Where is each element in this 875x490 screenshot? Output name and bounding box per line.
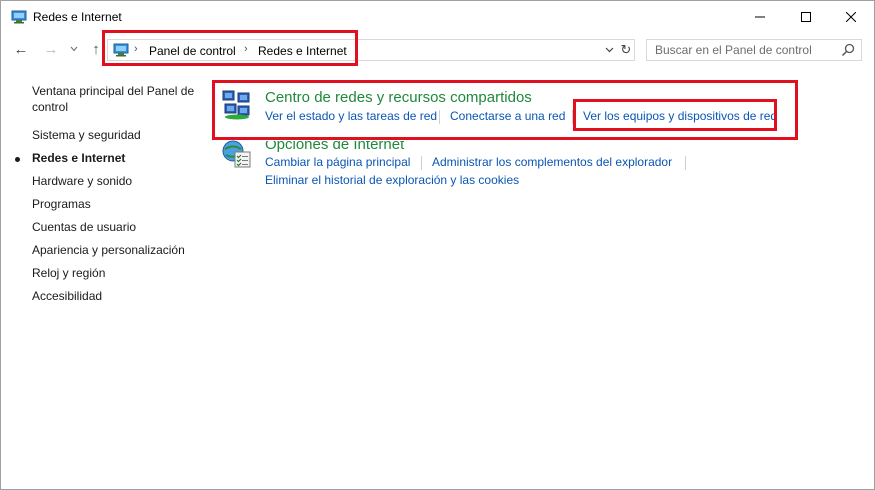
back-button[interactable]: ← — [11, 39, 31, 59]
chevron-down-icon — [605, 47, 613, 53]
minimize-button[interactable] — [737, 1, 783, 33]
sidebar-item-accesibilidad[interactable]: Accesibilidad — [32, 289, 102, 303]
task-link-delete-history[interactable]: Eliminar el historial de exploración y l… — [265, 173, 519, 187]
search-icon[interactable] — [841, 43, 855, 57]
forward-arrow-icon: → — [43, 40, 59, 58]
task-separator — [421, 156, 422, 170]
task-link-view-network-status[interactable]: Ver el estado y las tareas de red — [265, 109, 437, 123]
sidebar-item-reloj-y-region[interactable]: Reloj y región — [32, 266, 105, 280]
network-center-icon[interactable] — [221, 89, 253, 121]
maximize-button[interactable] — [783, 1, 829, 33]
sidebar-home-link[interactable]: Ventana principal del Panel de control — [32, 83, 202, 115]
control-panel-icon — [113, 43, 129, 57]
task-separator — [572, 110, 573, 124]
task-separator — [439, 110, 440, 124]
sidebar-item-hardware-y-sonido[interactable]: Hardware y sonido — [32, 174, 132, 188]
breadcrumb-redes-e-internet[interactable]: Redes e Internet — [258, 44, 347, 58]
refresh-button[interactable]: ↻ — [619, 41, 633, 59]
address-dropdown-button[interactable] — [602, 42, 616, 58]
sidebar-item-cuentas-de-usuario[interactable]: Cuentas de usuario — [32, 220, 136, 234]
breadcrumb-panel-de-control[interactable]: Panel de control — [149, 44, 236, 58]
sidebar-item-redes-e-internet[interactable]: Redes e Internet — [15, 151, 126, 165]
task-separator — [685, 156, 686, 170]
task-link-connect-to-network[interactable]: Conectarse a una red — [450, 109, 565, 123]
category-title-network-center[interactable]: Centro de redes y recursos compartidos — [265, 89, 532, 106]
close-button[interactable] — [828, 1, 874, 33]
chevron-down-icon — [70, 46, 78, 52]
task-link-view-network-devices[interactable]: Ver los equipos y dispositivos de red — [583, 109, 777, 123]
navigation-bar: ← → ↑ › Panel de control › Redes e Inter… — [1, 33, 874, 67]
internet-options-icon[interactable] — [221, 138, 253, 170]
close-icon — [846, 12, 856, 22]
task-link-change-home-page[interactable]: Cambiar la página principal — [265, 155, 410, 169]
title-bar: Redes e Internet — [1, 1, 874, 33]
recent-locations-button[interactable] — [67, 39, 81, 59]
control-panel-icon — [11, 10, 27, 24]
up-arrow-icon: ↑ — [92, 40, 100, 58]
search-input[interactable] — [647, 40, 837, 60]
refresh-icon: ↻ — [620, 42, 632, 57]
active-bullet-icon — [15, 157, 20, 162]
sidebar-item-programas[interactable]: Programas — [32, 197, 91, 211]
category-title-internet-options[interactable]: Opciones de Internet — [265, 141, 404, 153]
maximize-icon — [801, 12, 811, 22]
control-panel-window: Redes e Internet ← → ↑ › Panel de contro… — [0, 0, 875, 490]
sidebar-item-sistema-y-seguridad[interactable]: Sistema y seguridad — [32, 128, 141, 142]
breadcrumb-separator-icon[interactable]: › — [244, 43, 248, 55]
sidebar-item-label: Redes e Internet — [32, 151, 126, 165]
search-box[interactable] — [646, 39, 862, 61]
up-button[interactable]: ↑ — [87, 39, 105, 59]
breadcrumb-separator-icon[interactable]: › — [134, 43, 138, 55]
sidebar-item-apariencia[interactable]: Apariencia y personalización — [32, 243, 185, 257]
back-arrow-icon: ← — [13, 40, 29, 58]
task-link-manage-addons[interactable]: Administrar los complementos del explora… — [432, 155, 672, 169]
address-bar[interactable]: › Panel de control › Redes e Internet ↻ — [107, 39, 635, 61]
window-title: Redes e Internet — [33, 10, 122, 24]
forward-button[interactable]: → — [41, 39, 61, 59]
minimize-icon — [755, 16, 765, 18]
